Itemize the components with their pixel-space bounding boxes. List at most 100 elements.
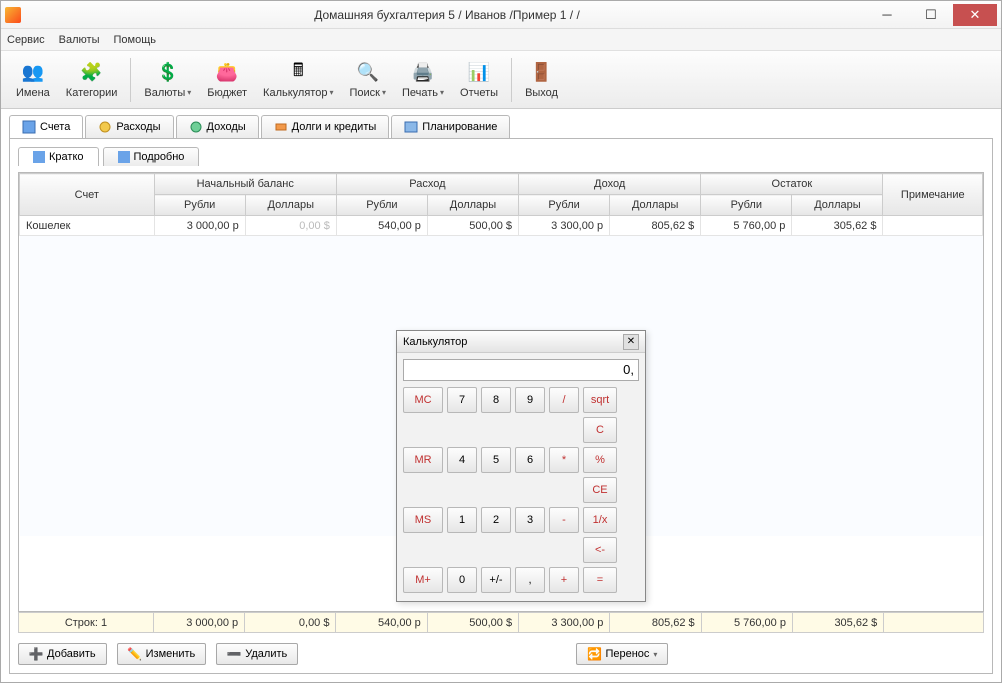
toolbar-separator	[511, 58, 512, 102]
calc-sqrt-button[interactable]: sqrt	[583, 387, 617, 413]
tab-debts[interactable]: Долги и кредиты	[261, 115, 390, 138]
calculator-titlebar[interactable]: Калькулятор ✕	[397, 331, 645, 353]
cell-init-usd: 0,00 $	[245, 216, 336, 236]
col-note[interactable]: Примечание	[883, 174, 983, 216]
calc-decimal-button[interactable]: ,	[515, 567, 545, 593]
exit-icon: 🚪	[530, 61, 554, 85]
action-bar: ➕ Добавить ✏️ Изменить ➖ Удалить 🔁 Перен…	[18, 643, 984, 665]
tab-incomes[interactable]: Доходы	[176, 115, 259, 138]
col-inc-rub[interactable]: Рубли	[519, 195, 610, 216]
toolbar-currencies-button[interactable]: 💲 Валюты▾	[137, 58, 198, 102]
edit-button[interactable]: ✏️ Изменить	[117, 643, 207, 665]
col-init-usd[interactable]: Доллары	[245, 195, 336, 216]
toolbar-reports-button[interactable]: 📊 Отчеты	[453, 58, 505, 102]
calc-0-button[interactable]: 0	[447, 567, 477, 593]
chevron-down-icon: ▾	[329, 88, 333, 97]
calc-5-button[interactable]: 5	[481, 447, 511, 473]
calc-sign-button[interactable]: +/-	[481, 567, 511, 593]
col-inc-usd[interactable]: Доллары	[610, 195, 701, 216]
col-income[interactable]: Доход	[519, 174, 701, 195]
col-initial[interactable]: Начальный баланс	[154, 174, 336, 195]
toolbar-budget-button[interactable]: 👛 Бюджет	[200, 58, 254, 102]
chevron-down-icon: ▾	[187, 88, 191, 97]
subtab-detail[interactable]: Подробно	[103, 147, 200, 166]
totals-init-rub: 3 000,00 р	[153, 613, 244, 633]
toolbar-search-button[interactable]: 🔍 Поиск▾	[342, 58, 393, 102]
col-balance[interactable]: Остаток	[701, 174, 883, 195]
calculator-close-button[interactable]: ✕	[623, 334, 639, 350]
col-exp-rub[interactable]: Рубли	[336, 195, 427, 216]
calc-plus-button[interactable]: +	[549, 567, 579, 593]
totals-row: Строк: 1 3 000,00 р 0,00 $ 540,00 р 500,…	[18, 612, 984, 633]
transfer-button[interactable]: 🔁 Перенос ▾	[576, 643, 668, 665]
calc-2-button[interactable]: 2	[481, 507, 511, 533]
calc-1-button[interactable]: 1	[447, 507, 477, 533]
list-icon	[118, 151, 130, 163]
calc-mc-button[interactable]: MC	[403, 387, 443, 413]
chart-icon: 📊	[467, 61, 491, 85]
toolbar-categories-button[interactable]: 🧩 Категории	[59, 58, 125, 102]
toolbar-names-button[interactable]: 👥 Имена	[9, 58, 57, 102]
calculator-icon: 🖩	[286, 61, 310, 85]
menu-help[interactable]: Помощь	[114, 34, 157, 46]
calc-mplus-button[interactable]: M+	[403, 567, 443, 593]
tab-expenses[interactable]: Расходы	[85, 115, 173, 138]
calc-c-button[interactable]: C	[583, 417, 617, 443]
calc-3-button[interactable]: 3	[515, 507, 545, 533]
calc-8-button[interactable]: 8	[481, 387, 511, 413]
delete-button[interactable]: ➖ Удалить	[216, 643, 298, 665]
toolbar-print-button[interactable]: 🖨️ Печать▾	[395, 58, 451, 102]
calc-divide-button[interactable]: /	[549, 387, 579, 413]
calc-reciprocal-button[interactable]: 1/x	[583, 507, 617, 533]
calc-minus-button[interactable]: -	[549, 507, 579, 533]
col-account[interactable]: Счет	[20, 174, 155, 216]
tab-accounts[interactable]: Счета	[9, 115, 83, 138]
calc-multiply-button[interactable]: *	[549, 447, 579, 473]
toolbar-calculator-button[interactable]: 🖩 Калькулятор▾	[256, 58, 340, 102]
calc-mr-button[interactable]: MR	[403, 447, 443, 473]
print-icon: 🖨️	[411, 61, 435, 85]
close-button[interactable]: ✕	[953, 4, 997, 26]
calc-percent-button[interactable]: %	[583, 447, 617, 473]
col-bal-usd[interactable]: Доллары	[792, 195, 883, 216]
cell-exp-usd: 500,00 $	[427, 216, 518, 236]
menu-currency[interactable]: Валюты	[59, 34, 100, 46]
minimize-button[interactable]: ─	[865, 4, 909, 26]
totals-inc-usd: 805,62 $	[610, 613, 701, 633]
table-row[interactable]: Кошелек 3 000,00 р 0,00 $ 540,00 р 500,0…	[20, 216, 983, 236]
calc-ce-button[interactable]: CE	[583, 477, 617, 503]
add-button[interactable]: ➕ Добавить	[18, 643, 107, 665]
cell-inc-usd: 805,62 $	[610, 216, 701, 236]
toolbar-separator	[130, 58, 131, 102]
titlebar: Домашняя бухгалтерия 5 / Иванов /Пример …	[1, 1, 1001, 29]
menu-service[interactable]: Сервис	[7, 34, 45, 46]
calc-equals-button[interactable]: =	[583, 567, 617, 593]
chevron-down-icon: ▾	[440, 88, 444, 97]
totals-bal-rub: 5 760,00 р	[701, 613, 792, 633]
calc-7-button[interactable]: 7	[447, 387, 477, 413]
col-exp-usd[interactable]: Доллары	[427, 195, 518, 216]
toolbar-exit-button[interactable]: 🚪 Выход	[518, 58, 565, 102]
maximize-button[interactable]: ☐	[909, 4, 953, 26]
subtab-brief[interactable]: Кратко	[18, 147, 99, 166]
dollar-icon: 💲	[156, 61, 180, 85]
tab-planning[interactable]: Планирование	[391, 115, 510, 138]
col-bal-rub[interactable]: Рубли	[701, 195, 792, 216]
minus-icon: ➖	[227, 647, 241, 661]
calendar-icon	[404, 120, 418, 134]
transfer-icon: 🔁	[587, 647, 601, 661]
coins-icon	[98, 120, 112, 134]
col-expense[interactable]: Расход	[336, 174, 518, 195]
calc-4-button[interactable]: 4	[447, 447, 477, 473]
handshake-icon	[274, 120, 288, 134]
calc-9-button[interactable]: 9	[515, 387, 545, 413]
cell-bal-usd: 305,62 $	[792, 216, 883, 236]
totals-exp-rub: 540,00 р	[336, 613, 427, 633]
toolbar: 👥 Имена 🧩 Категории 💲 Валюты▾ 👛 Бюджет 🖩…	[1, 51, 1001, 109]
calculator-keypad: MC 7 8 9 / sqrt C MR 4 5 6 * % CE MS 1 2…	[397, 387, 645, 601]
calc-6-button[interactable]: 6	[515, 447, 545, 473]
calc-backspace-button[interactable]: <-	[583, 537, 617, 563]
window-title: Домашняя бухгалтерия 5 / Иванов /Пример …	[29, 8, 865, 22]
col-init-rub[interactable]: Рубли	[154, 195, 245, 216]
calc-ms-button[interactable]: MS	[403, 507, 443, 533]
